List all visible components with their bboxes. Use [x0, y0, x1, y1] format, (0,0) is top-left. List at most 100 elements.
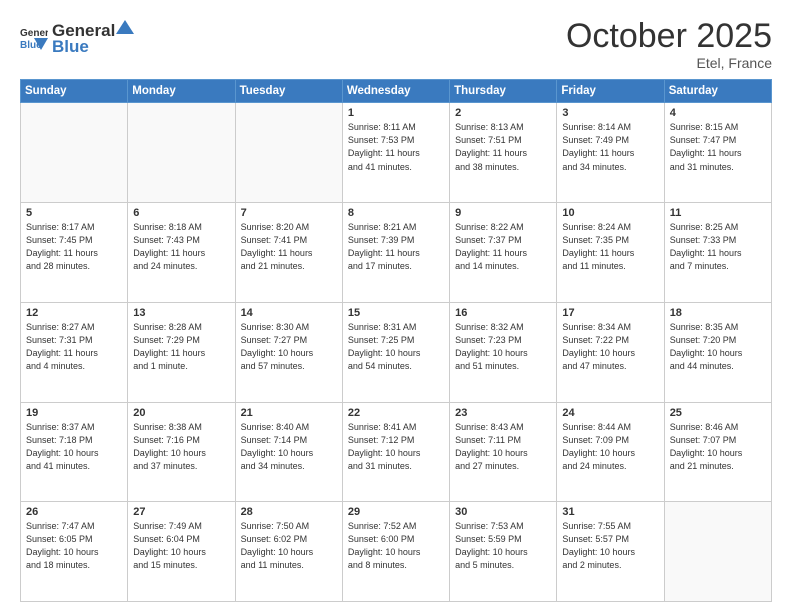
day-number: 10	[562, 207, 658, 219]
day-number: 22	[348, 407, 444, 419]
day-info: Sunrise: 8:40 AM Sunset: 7:14 PM Dayligh…	[241, 421, 337, 473]
table-row: 27Sunrise: 7:49 AM Sunset: 6:04 PM Dayli…	[128, 502, 235, 602]
day-info: Sunrise: 7:52 AM Sunset: 6:00 PM Dayligh…	[348, 520, 444, 572]
title-block: October 2025 Etel, France	[566, 18, 772, 71]
page: General Blue General Blue October 2025 E…	[0, 0, 792, 612]
logo-icon: General Blue	[20, 26, 48, 50]
table-row: 2 Sunrise: 8:13 AM Sunset: 7:51 PM Daylig…	[450, 103, 557, 203]
logo: General Blue General Blue	[20, 18, 135, 57]
day-number: 9	[455, 207, 551, 219]
day-info: Sunrise: 8:18 AM Sunset: 7:43 PM Dayligh…	[133, 221, 229, 273]
day-info: Sunrise: 8:32 AM Sunset: 7:23 PM Dayligh…	[455, 321, 551, 373]
day-info: Sunrise: 8:28 AM Sunset: 7:29 PM Dayligh…	[133, 321, 229, 373]
table-row: 19Sunrise: 8:37 AM Sunset: 7:18 PM Dayli…	[21, 402, 128, 502]
calendar-header-row: Sunday Monday Tuesday Wednesday Thursday…	[21, 80, 772, 103]
day-number: 20	[133, 407, 229, 419]
day-info: Sunrise: 8:21 AM Sunset: 7:39 PM Dayligh…	[348, 221, 444, 273]
day-number: 4	[670, 107, 766, 119]
table-row: 6Sunrise: 8:18 AM Sunset: 7:43 PM Daylig…	[128, 203, 235, 303]
day-number: 12	[26, 307, 122, 319]
svg-text:General: General	[20, 28, 48, 39]
day-number: 1	[348, 107, 444, 119]
day-info: Sunrise: 8:22 AM Sunset: 7:37 PM Dayligh…	[455, 221, 551, 273]
day-number: 7	[241, 207, 337, 219]
day-number: 19	[26, 407, 122, 419]
calendar-week-row: 1 Sunrise: 8:11 AM Sunset: 7:53 PM Daylig…	[21, 103, 772, 203]
calendar-week-row: 19Sunrise: 8:37 AM Sunset: 7:18 PM Dayli…	[21, 402, 772, 502]
table-row: 18Sunrise: 8:35 AM Sunset: 7:20 PM Dayli…	[664, 302, 771, 402]
day-info: Sunrise: 8:17 AM Sunset: 7:45 PM Dayligh…	[26, 221, 122, 273]
day-number: 23	[455, 407, 551, 419]
table-row: 23 Sunrise: 8:43 AM Sunset: 7:11 PM Dayli…	[450, 402, 557, 502]
day-number: 27	[133, 506, 229, 518]
table-row: 26 Sunrise: 7:47 AM Sunset: 6:05 PM Dayli…	[21, 502, 128, 602]
day-info: Sunrise: 8:34 AM Sunset: 7:22 PM Dayligh…	[562, 321, 658, 373]
table-row: 9 Sunrise: 8:22 AM Sunset: 7:37 PM Daylig…	[450, 203, 557, 303]
svg-text:Blue: Blue	[20, 40, 42, 50]
table-row: 30Sunrise: 7:53 AM Sunset: 5:59 PM Dayli…	[450, 502, 557, 602]
table-row	[664, 502, 771, 602]
table-row: 8Sunrise: 8:21 AM Sunset: 7:39 PM Daylig…	[342, 203, 449, 303]
table-row: 16 Sunrise: 8:32 AM Sunset: 7:23 PM Dayli…	[450, 302, 557, 402]
calendar-week-row: 12 Sunrise: 8:27 AM Sunset: 7:31 PM Dayli…	[21, 302, 772, 402]
day-number: 26	[26, 506, 122, 518]
table-row: 14Sunrise: 8:30 AM Sunset: 7:27 PM Dayli…	[235, 302, 342, 402]
table-row	[235, 103, 342, 203]
day-info: Sunrise: 7:47 AM Sunset: 6:05 PM Dayligh…	[26, 520, 122, 572]
day-number: 24	[562, 407, 658, 419]
table-row: 10 Sunrise: 8:24 AM Sunset: 7:35 PM Dayli…	[557, 203, 664, 303]
day-number: 31	[562, 506, 658, 518]
table-row: 20 Sunrise: 8:38 AM Sunset: 7:16 PM Dayli…	[128, 402, 235, 502]
col-monday: Monday	[128, 80, 235, 103]
day-number: 29	[348, 506, 444, 518]
day-number: 16	[455, 307, 551, 319]
day-number: 17	[562, 307, 658, 319]
month-title: October 2025	[566, 18, 772, 55]
day-number: 28	[241, 506, 337, 518]
col-wednesday: Wednesday	[342, 80, 449, 103]
table-row: 28 Sunrise: 7:50 AM Sunset: 6:02 PM Dayli…	[235, 502, 342, 602]
day-number: 13	[133, 307, 229, 319]
day-number: 11	[670, 207, 766, 219]
table-row: 24 Sunrise: 8:44 AM Sunset: 7:09 PM Dayli…	[557, 402, 664, 502]
day-info: Sunrise: 8:25 AM Sunset: 7:33 PM Dayligh…	[670, 221, 766, 273]
table-row: 13 Sunrise: 8:28 AM Sunset: 7:29 PM Dayli…	[128, 302, 235, 402]
day-number: 2	[455, 107, 551, 119]
day-info: Sunrise: 7:50 AM Sunset: 6:02 PM Dayligh…	[241, 520, 337, 572]
day-number: 30	[455, 506, 551, 518]
table-row: 29 Sunrise: 7:52 AM Sunset: 6:00 PM Dayli…	[342, 502, 449, 602]
table-row: 25 Sunrise: 8:46 AM Sunset: 7:07 PM Dayli…	[664, 402, 771, 502]
table-row: 7 Sunrise: 8:20 AM Sunset: 7:41 PM Daylig…	[235, 203, 342, 303]
day-info: Sunrise: 8:43 AM Sunset: 7:11 PM Dayligh…	[455, 421, 551, 473]
col-saturday: Saturday	[664, 80, 771, 103]
logo-text: General Blue	[52, 18, 135, 57]
day-info: Sunrise: 8:24 AM Sunset: 7:35 PM Dayligh…	[562, 221, 658, 273]
day-number: 25	[670, 407, 766, 419]
table-row: 11 Sunrise: 8:25 AM Sunset: 7:33 PM Dayli…	[664, 203, 771, 303]
calendar-week-row: 26 Sunrise: 7:47 AM Sunset: 6:05 PM Dayli…	[21, 502, 772, 602]
table-row: 4 Sunrise: 8:15 AM Sunset: 7:47 PM Daylig…	[664, 103, 771, 203]
day-info: Sunrise: 8:46 AM Sunset: 7:07 PM Dayligh…	[670, 421, 766, 473]
header: General Blue General Blue October 2025 E…	[20, 18, 772, 71]
calendar-table: Sunday Monday Tuesday Wednesday Thursday…	[20, 79, 772, 602]
day-number: 14	[241, 307, 337, 319]
col-sunday: Sunday	[21, 80, 128, 103]
day-number: 21	[241, 407, 337, 419]
day-info: Sunrise: 8:31 AM Sunset: 7:25 PM Dayligh…	[348, 321, 444, 373]
day-info: Sunrise: 8:11 AM Sunset: 7:53 PM Dayligh…	[348, 121, 444, 173]
day-info: Sunrise: 8:27 AM Sunset: 7:31 PM Dayligh…	[26, 321, 122, 373]
day-info: Sunrise: 8:41 AM Sunset: 7:12 PM Dayligh…	[348, 421, 444, 473]
day-info: Sunrise: 8:20 AM Sunset: 7:41 PM Dayligh…	[241, 221, 337, 273]
table-row	[21, 103, 128, 203]
day-info: Sunrise: 8:13 AM Sunset: 7:51 PM Dayligh…	[455, 121, 551, 173]
table-row: 12 Sunrise: 8:27 AM Sunset: 7:31 PM Dayli…	[21, 302, 128, 402]
col-thursday: Thursday	[450, 80, 557, 103]
day-info: Sunrise: 8:38 AM Sunset: 7:16 PM Dayligh…	[133, 421, 229, 473]
table-row	[128, 103, 235, 203]
table-row: 31Sunrise: 7:55 AM Sunset: 5:57 PM Dayli…	[557, 502, 664, 602]
day-number: 5	[26, 207, 122, 219]
table-row: 17 Sunrise: 8:34 AM Sunset: 7:22 PM Dayli…	[557, 302, 664, 402]
table-row: 5 Sunrise: 8:17 AM Sunset: 7:45 PM Daylig…	[21, 203, 128, 303]
day-info: Sunrise: 8:15 AM Sunset: 7:47 PM Dayligh…	[670, 121, 766, 173]
day-info: Sunrise: 8:44 AM Sunset: 7:09 PM Dayligh…	[562, 421, 658, 473]
